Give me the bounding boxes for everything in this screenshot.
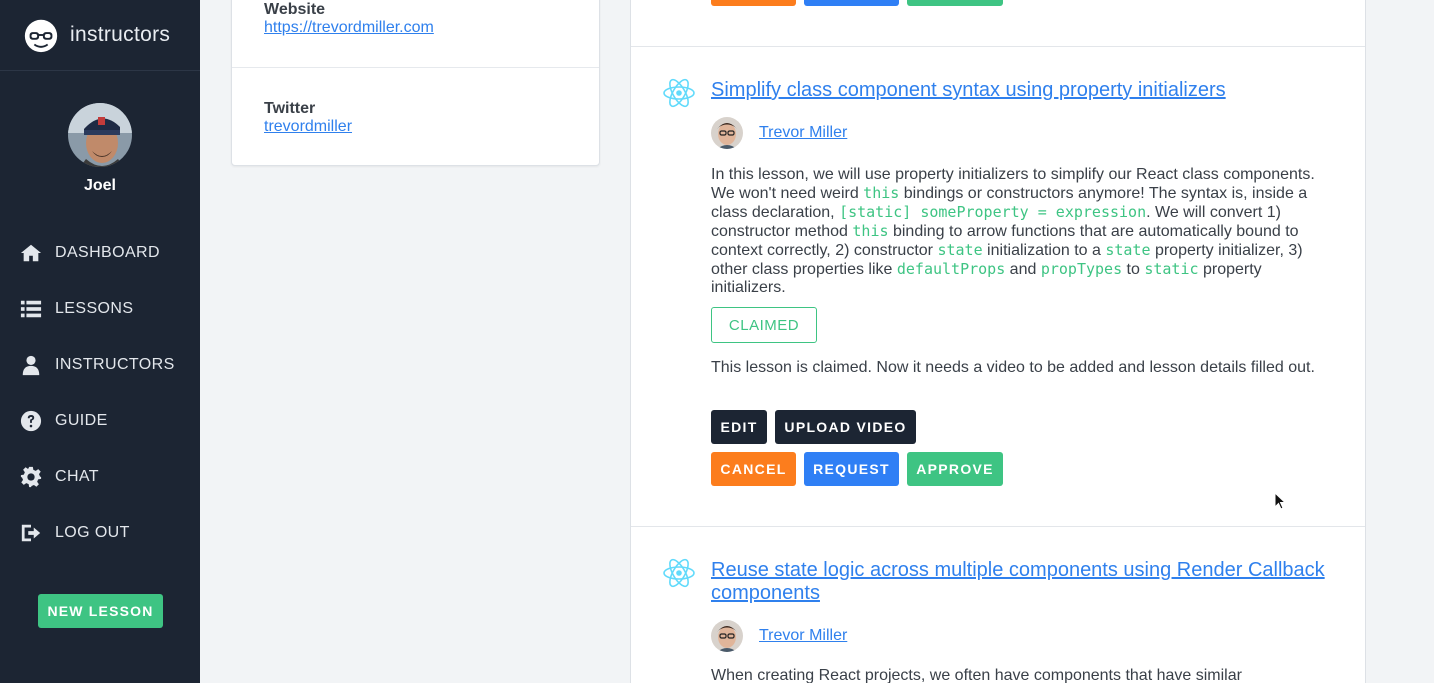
user-icon — [22, 355, 40, 376]
sidebar-item-chat[interactable]: CHAT — [0, 449, 200, 505]
sidebar-item-label: GUIDE — [55, 412, 108, 429]
lesson-title-link[interactable]: Reuse state logic across multiple compon… — [711, 559, 1331, 605]
prev-cancel-button[interactable] — [711, 0, 796, 6]
code-snippet: defaultProps — [896, 260, 1006, 278]
cancel-button[interactable]: CANCEL — [711, 452, 796, 486]
status-badge: CLAIMED — [711, 307, 817, 343]
twitter-block: Twitter trevordmiller — [232, 68, 599, 136]
prev-approve-button[interactable] — [907, 0, 1003, 6]
sidebar-item-label: DASHBOARD — [55, 244, 160, 261]
desc-text: and — [1005, 261, 1041, 278]
code-snippet: propTypes — [1040, 260, 1123, 278]
sidebar-item-guide[interactable]: GUIDE — [0, 393, 200, 449]
sidebar-item-lessons[interactable]: LESSONS — [0, 281, 200, 337]
author-link[interactable]: Trevor Miller — [759, 124, 847, 142]
logo-icon — [24, 19, 58, 53]
sidebar-item-dashboard[interactable]: DASHBOARD — [0, 225, 200, 281]
react-icon — [663, 558, 695, 588]
author-link[interactable]: Trevor Miller — [759, 627, 847, 645]
list-icon — [20, 300, 42, 318]
code-snippet: this — [852, 222, 889, 240]
author-avatar[interactable] — [711, 620, 743, 652]
sidebar-item-label: LESSONS — [55, 300, 134, 317]
code-snippet: [static] someProperty = expression — [839, 203, 1147, 221]
code-snippet: static — [1144, 260, 1199, 278]
instructor-info-card: Website https://trevordmiller.com Twitte… — [231, 0, 600, 166]
desc-text: initialization to a — [982, 242, 1106, 259]
upload-video-button[interactable]: UPLOAD VIDEO — [775, 410, 916, 444]
website-block: Website https://trevordmiller.com — [232, 0, 599, 67]
website-label: Website — [264, 1, 326, 18]
code-snippet: this — [863, 184, 900, 202]
home-icon — [20, 244, 42, 262]
sidebar-item-instructors[interactable]: INSTRUCTORS — [0, 337, 200, 393]
sidebar-item-label: CHAT — [55, 468, 99, 485]
approve-button[interactable]: APPROVE — [907, 452, 1003, 486]
profile: Joel — [0, 71, 200, 195]
edit-button[interactable]: EDIT — [711, 410, 767, 444]
lesson-divider — [631, 46, 1365, 47]
lesson-title-link[interactable]: Simplify class component syntax using pr… — [711, 79, 1331, 102]
code-snippet: state — [937, 241, 983, 259]
avatar[interactable] — [68, 103, 132, 167]
twitter-label: Twitter — [264, 100, 316, 117]
author-avatar[interactable] — [711, 117, 743, 149]
gear-icon — [20, 466, 42, 488]
lesson-divider — [631, 526, 1365, 527]
lessons-panel: Simplify class component syntax using pr… — [630, 0, 1366, 683]
desc-text: to — [1122, 261, 1145, 278]
lesson-description: In this lesson, we will use property ini… — [711, 166, 1326, 297]
prev-request-button[interactable] — [804, 0, 899, 6]
lesson-description: When creating React projects, we often h… — [711, 667, 1242, 683]
sidebar-item-logout[interactable]: LOG OUT — [0, 505, 200, 561]
profile-name: Joel — [83, 177, 116, 194]
brand-title: instructors — [70, 23, 171, 46]
status-message: This lesson is claimed. Now it needs a v… — [711, 359, 1315, 376]
request-button[interactable]: REQUEST — [804, 452, 899, 486]
sidebar-nav: DASHBOARD LESSONS INSTRUCTORS GUIDE CHAT… — [0, 225, 200, 561]
sidebar-item-label: INSTRUCTORS — [55, 356, 175, 373]
brand[interactable]: instructors — [0, 0, 200, 71]
lesson-author: Trevor Miller — [711, 620, 847, 652]
react-icon — [663, 78, 695, 108]
sign-out-icon — [21, 524, 41, 542]
code-snippet: state — [1105, 241, 1151, 259]
mouse-cursor-icon — [1274, 492, 1286, 510]
new-lesson-button[interactable]: NEW LESSON — [38, 594, 163, 628]
website-link[interactable]: https://trevordmiller.com — [264, 19, 434, 36]
sidebar-item-label: LOG OUT — [55, 524, 130, 541]
sidebar: instructors Joel DASHBOARD LESSONS INSTR… — [0, 0, 200, 683]
lesson-author: Trevor Miller — [711, 117, 847, 149]
question-icon — [20, 410, 42, 432]
twitter-link[interactable]: trevordmiller — [264, 118, 352, 135]
